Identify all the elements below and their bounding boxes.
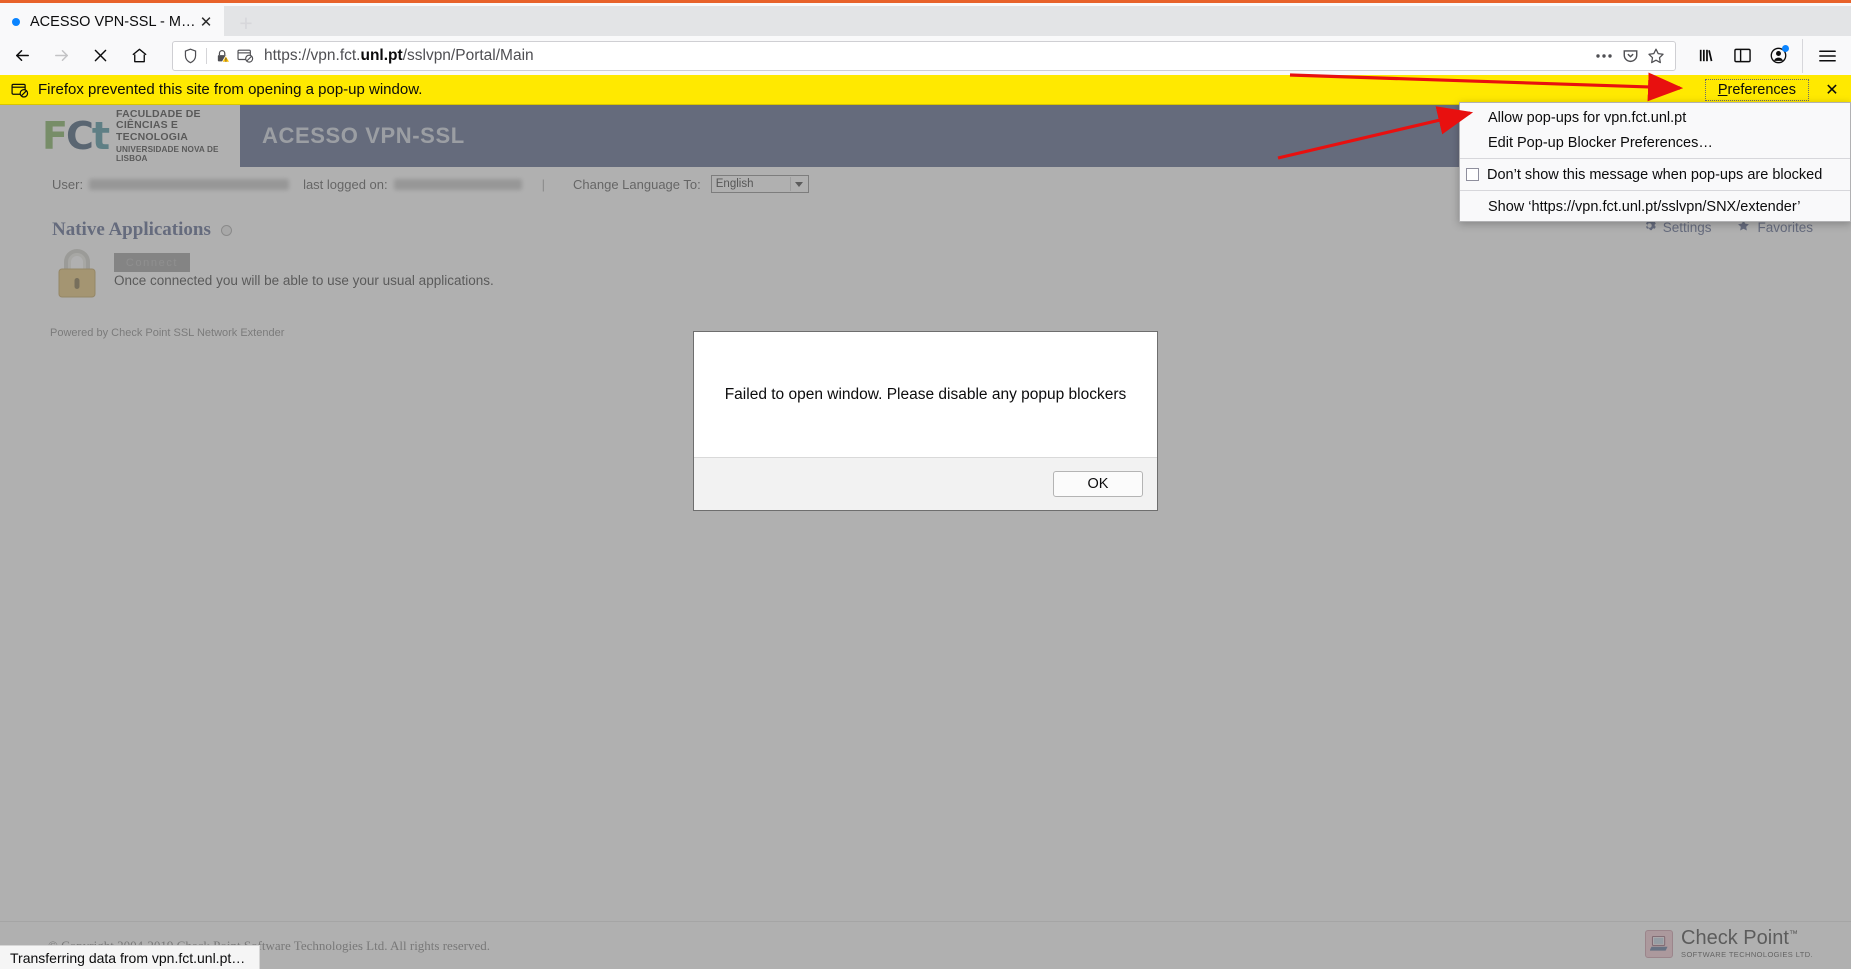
address-bar-actions [1591, 43, 1669, 69]
page-actions-ellipsis-icon[interactable] [1591, 43, 1617, 69]
lock-warning-icon[interactable] [212, 45, 234, 67]
address-bar[interactable]: https://vpn.fct.unl.pt/sslvpn/Portal/Mai… [172, 40, 1676, 71]
close-icon[interactable]: ✕ [1821, 80, 1843, 100]
toolbar-divider [1802, 38, 1803, 73]
popup-blocked-notification-bar: Firefox prevented this site from opening… [0, 75, 1851, 105]
back-icon[interactable] [5, 39, 39, 73]
url-text: https://vpn.fct.unl.pt/sslvpn/Portal/Mai… [264, 46, 534, 64]
popup-blocker-menu: Allow pop-ups for vpn.fct.unl.pt Edit Po… [1459, 102, 1851, 222]
library-icon[interactable] [1688, 39, 1724, 73]
tab-loading-indicator [12, 18, 20, 26]
menu-item-dont-show-message[interactable]: Don’t show this message when pop-ups are… [1460, 162, 1850, 187]
account-icon[interactable] [1760, 39, 1796, 73]
popup-blocked-icon[interactable] [234, 45, 256, 67]
dialog-message: Failed to open window. Please disable an… [724, 385, 1127, 403]
browser-tab[interactable]: ACESSO VPN-SSL - Main ✕ [0, 6, 224, 39]
menu-separator [1460, 158, 1850, 159]
bookmark-star-icon[interactable] [1643, 43, 1669, 69]
status-bar: Transferring data from vpn.fct.unl.pt… [0, 945, 260, 969]
stop-icon[interactable] [83, 39, 117, 73]
tab-strip-background [0, 6, 1851, 39]
menu-separator [1460, 190, 1850, 191]
tab-strip: ACESSO VPN-SSL - Main ✕ + [0, 0, 1851, 39]
browser-window: ACESSO VPN-SSL - Main ✕ + https://vpn.fc… [0, 0, 1851, 969]
close-icon[interactable]: ✕ [196, 12, 216, 32]
checkbox-icon[interactable] [1466, 168, 1479, 181]
preferences-button[interactable]: Preferences [1704, 78, 1809, 101]
tab-title: ACESSO VPN-SSL - Main [30, 14, 196, 30]
account-notification-dot [1782, 44, 1789, 52]
menu-item-allow-popups[interactable]: Allow pop-ups for vpn.fct.unl.pt [1460, 105, 1850, 130]
address-bar-divider [206, 47, 207, 64]
new-tab-button[interactable]: + [232, 9, 260, 37]
menu-item-show-blocked-url[interactable]: Show ‘https://vpn.fct.unl.pt/sslvpn/SNX/… [1460, 194, 1850, 219]
menu-item-edit-preferences[interactable]: Edit Pop-up Blocker Preferences… [1460, 130, 1850, 155]
shield-icon[interactable] [179, 45, 201, 67]
toolbar-right-icons [1688, 38, 1851, 73]
sidebar-icon[interactable] [1724, 39, 1760, 73]
pocket-icon[interactable] [1617, 43, 1643, 69]
home-icon[interactable] [122, 39, 156, 73]
ok-button[interactable]: OK [1053, 471, 1143, 497]
error-dialog: Failed to open window. Please disable an… [693, 331, 1158, 511]
notification-message: Firefox prevented this site from opening… [38, 81, 423, 98]
popup-blocked-icon [8, 82, 32, 98]
forward-icon [44, 39, 78, 73]
navigation-toolbar: https://vpn.fct.unl.pt/sslvpn/Portal/Mai… [0, 36, 1851, 75]
modal-overlay [0, 105, 1851, 969]
menu-icon[interactable] [1809, 39, 1845, 73]
dialog-footer: OK [694, 457, 1157, 510]
